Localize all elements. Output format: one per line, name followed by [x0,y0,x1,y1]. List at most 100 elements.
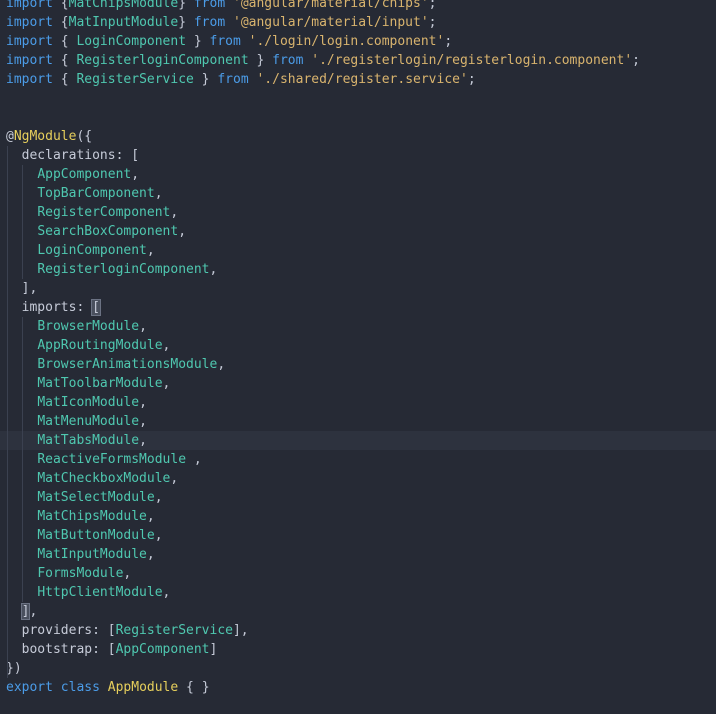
code-line[interactable]: MatButtonModule, [0,526,716,545]
indent-guide [22,260,23,279]
code-line[interactable]: import { RegisterService } from './share… [0,70,716,89]
code-line[interactable]: MatChipsModule, [0,507,716,526]
code-line[interactable]: ReactiveFormsModule , [0,450,716,469]
code-token: ] [209,642,218,657]
code-line[interactable]: MatIconModule, [0,393,716,412]
code-token: MatTabsModule [37,433,140,448]
indent-guide [7,450,8,469]
code-token: { [52,72,77,87]
indent-guide [22,526,23,545]
code-token: , [123,566,132,581]
code-line[interactable]: }) [0,659,716,678]
code-line[interactable]: FormsModule, [0,564,716,583]
code-token: MatChipsModule [37,509,147,524]
code-line[interactable] [0,108,716,127]
code-token: ; [632,53,640,68]
code-line[interactable]: ], [0,279,716,298]
code-line[interactable]: declarations: [ [0,146,716,165]
code-line[interactable]: MatMenuModule, [0,412,716,431]
code-token: { [52,53,77,68]
code-line[interactable]: TopBarComponent, [0,184,716,203]
indent-guide [22,450,23,469]
code-token: , [139,414,147,429]
code-lines[interactable]: import {MatChipsModule} from '@angular/m… [0,0,716,697]
code-token: MatInputModule [37,547,147,562]
code-line[interactable]: import { LoginComponent } from './login/… [0,32,716,51]
indent-guide [7,184,8,203]
code-token: } [248,53,273,68]
code-token: , [217,357,226,372]
indent-guide [7,165,8,184]
code-line[interactable]: import {MatChipsModule} from '@angular/m… [0,0,716,13]
indent-guide [22,564,23,583]
indent-guide [22,355,23,374]
code-line[interactable]: import { RegisterloginComponent } from '… [0,51,716,70]
code-line[interactable]: HttpClientModule, [0,583,716,602]
code-line[interactable]: AppRoutingModule, [0,336,716,355]
indent-guide [7,564,8,583]
code-token: , [209,262,218,277]
code-token: MatChipsModule [68,0,179,11]
indent-guide [7,393,8,412]
code-token: import [6,53,53,68]
code-token: from [272,53,304,68]
code-line[interactable]: LoginComponent, [0,241,716,260]
code-line[interactable] [0,89,716,108]
code-token: BrowserModule [37,319,140,334]
code-line[interactable]: RegisterloginComponent, [0,260,716,279]
code-line[interactable]: @NgModule({ [0,127,716,146]
code-line[interactable]: bootstrap: [AppComponent] [0,640,716,659]
indent-guide [7,659,8,678]
indent-guide [7,336,8,355]
indent-guide [7,602,8,621]
code-line[interactable]: BrowserAnimationsModule, [0,355,716,374]
code-line[interactable]: imports: [ [0,298,716,317]
indent-guide [7,222,8,241]
code-token: , [139,433,147,448]
code-token: './shared/register.service' [256,72,468,87]
code-token: BrowserAnimationsModule [37,357,218,372]
code-line[interactable]: SearchBoxComponent, [0,222,716,241]
code-line[interactable]: AppComponent, [0,165,716,184]
code-token: TopBarComponent [37,186,155,201]
code-token: import [6,72,53,87]
indent-guide [22,507,23,526]
indent-guide [22,374,23,393]
code-line[interactable]: RegisterComponent, [0,203,716,222]
indent-guide [22,317,23,336]
indent-guide [7,488,8,507]
code-line[interactable]: MatToolbarModule, [0,374,716,393]
indent-guide [7,241,8,260]
code-token: , [146,509,155,524]
code-line[interactable]: export class AppModule { } [0,678,716,697]
indent-guide [22,488,23,507]
code-line[interactable]: BrowserModule, [0,317,716,336]
code-line[interactable]: MatInputModule, [0,545,716,564]
code-token: } [186,34,210,49]
code-token: , [162,376,171,391]
code-line[interactable]: MatTabsModule, [0,431,716,450]
code-token: } [178,15,194,30]
code-line[interactable]: MatCheckboxModule, [0,469,716,488]
code-token: , [170,471,179,486]
indent-guide [22,545,23,564]
indent-guide [7,260,8,279]
code-editor[interactable]: import {MatChipsModule} from '@angular/m… [0,0,716,714]
code-line[interactable]: providers: [RegisterService], [0,621,716,640]
code-line[interactable]: ], [0,602,716,621]
code-line[interactable]: import {MatInputModule} from '@angular/m… [0,13,716,32]
code-token: class [60,680,100,695]
code-token: RegisterComponent [37,205,171,220]
code-token: , [154,186,163,201]
indent-guide [7,621,8,640]
code-token: [ [91,299,101,316]
code-token: } [178,0,194,11]
code-line[interactable]: MatSelectModule, [0,488,716,507]
code-token: import [6,0,53,11]
code-token: import [6,34,53,49]
code-token: RegisterloginComponent [76,53,249,68]
indent-guide [22,203,23,222]
